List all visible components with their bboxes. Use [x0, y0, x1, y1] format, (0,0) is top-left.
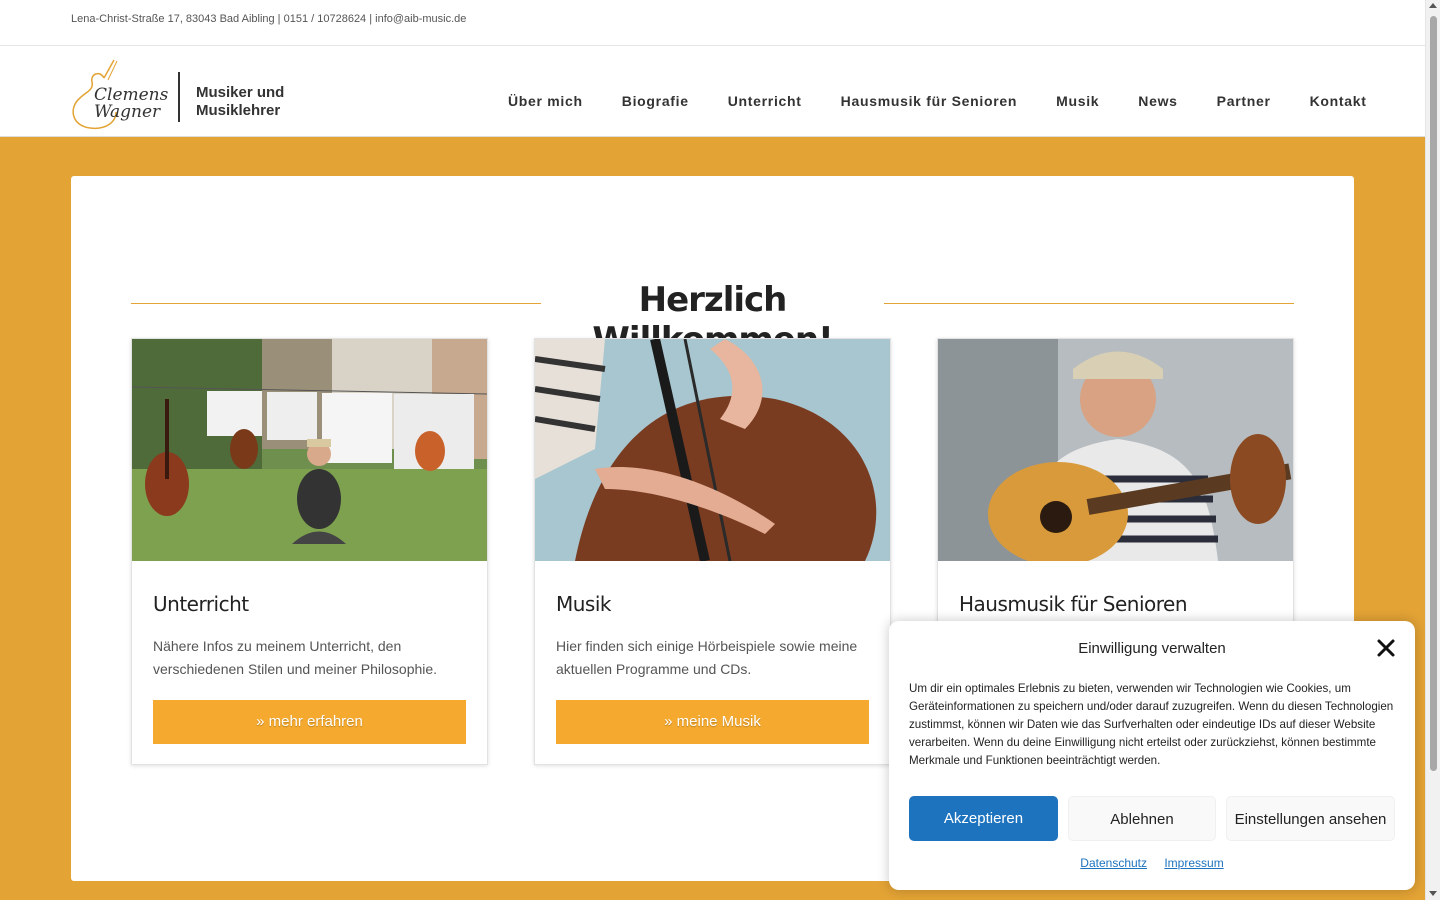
- nav-item-ueber-mich[interactable]: Über mich: [508, 93, 583, 109]
- page-scrollbar[interactable]: [1425, 0, 1440, 900]
- close-icon[interactable]: [1375, 637, 1397, 659]
- nav-item-musik[interactable]: Musik: [1056, 93, 1099, 109]
- nav-item-news[interactable]: News: [1138, 93, 1177, 109]
- heading-divider-left: [131, 303, 541, 304]
- logo-name-last: Wagner: [94, 102, 161, 122]
- scroll-down-icon[interactable]: [1429, 891, 1437, 896]
- consent-text: Um dir ein optimales Erlebnis zu bieten,…: [909, 682, 1394, 767]
- consent-links: Datenschutz Impressum: [889, 856, 1415, 870]
- card-image-garden: [132, 339, 487, 561]
- logo-tagline-1: Musiker und: [196, 84, 285, 101]
- card-text: Nähere Infos zu meinem Unterricht, den v…: [153, 638, 438, 677]
- card-title: Unterricht: [153, 592, 249, 616]
- card-title: Hausmusik für Senioren: [959, 592, 1188, 616]
- nav-item-kontakt[interactable]: Kontakt: [1310, 93, 1367, 109]
- accept-button[interactable]: Akzeptieren: [909, 796, 1058, 841]
- contact-info: Lena-Christ-Straße 17, 83043 Bad Aibling…: [71, 13, 467, 25]
- nav-item-biografie[interactable]: Biografie: [622, 93, 689, 109]
- logo-divider: [178, 72, 180, 122]
- scroll-thumb[interactable]: [1430, 16, 1437, 771]
- card-image-bass: [535, 339, 890, 561]
- scroll-up-icon[interactable]: [1429, 3, 1437, 8]
- view-settings-button[interactable]: Einstellungen ansehen: [1226, 796, 1395, 841]
- card-text: Hier finden sich einige Hörbeispiele sow…: [556, 638, 858, 677]
- top-info-bar: Lena-Christ-Straße 17, 83043 Bad Aibling…: [0, 0, 1425, 46]
- main-nav: Über mich Biografie Unterricht Hausmusik…: [508, 93, 1367, 109]
- site-logo[interactable]: Clemens Wagner Musiker und Musiklehrer: [70, 58, 285, 130]
- imprint-link[interactable]: Impressum: [1164, 856, 1223, 870]
- nav-item-hausmusik[interactable]: Hausmusik für Senioren: [841, 93, 1017, 109]
- card-title: Musik: [556, 592, 612, 616]
- deny-button[interactable]: Ablehnen: [1068, 796, 1216, 841]
- heading-divider-right: [884, 303, 1294, 304]
- card-musik: Musik Hier finden sich einige Hörbeispie…: [534, 338, 891, 765]
- cookie-consent-dialog: Einwilligung verwalten Um dir ein optima…: [889, 621, 1415, 890]
- logo-tagline-2: Musiklehrer: [196, 102, 281, 119]
- consent-title: Einwilligung verwalten: [1078, 640, 1226, 657]
- card-image-guitarist: [938, 339, 1293, 561]
- card-unterricht: Unterricht Nähere Infos zu meinem Unterr…: [131, 338, 488, 765]
- site-header: Clemens Wagner Musiker und Musiklehrer Ü…: [0, 46, 1425, 137]
- nav-item-unterricht[interactable]: Unterricht: [728, 93, 802, 109]
- privacy-link[interactable]: Datenschutz: [1080, 856, 1147, 870]
- nav-item-partner[interactable]: Partner: [1217, 93, 1271, 109]
- meine-musik-button[interactable]: » meine Musik: [556, 700, 869, 744]
- mehr-erfahren-button[interactable]: » mehr erfahren: [153, 700, 466, 744]
- welcome-heading-wrap: Herzlich Willkommen!: [131, 280, 1294, 360]
